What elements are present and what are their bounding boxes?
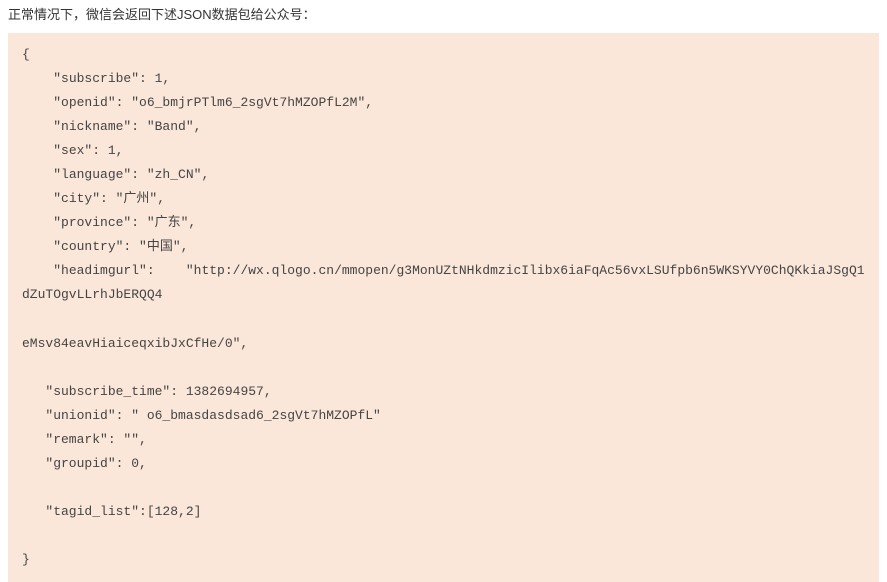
json-code-block: { "subscribe": 1, "openid": "o6_bmjrPTlm… [8, 33, 879, 582]
intro-text: 正常情况下，微信会返回下述JSON数据包给公众号： [0, 0, 887, 33]
